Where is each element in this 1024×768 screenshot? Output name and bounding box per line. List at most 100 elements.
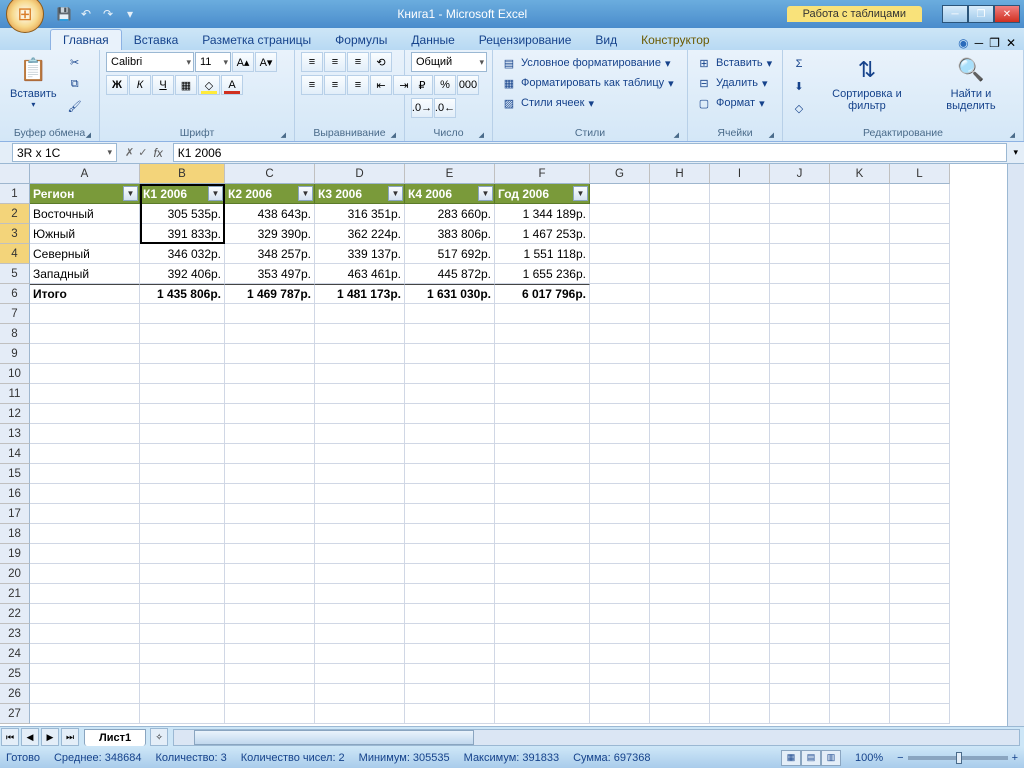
- filter-dropdown-icon[interactable]: ▼: [123, 186, 138, 201]
- cell[interactable]: [140, 664, 225, 684]
- name-box[interactable]: 3R x 1C: [12, 143, 117, 162]
- cell[interactable]: [710, 544, 770, 564]
- row-header[interactable]: 5: [0, 264, 30, 284]
- cell[interactable]: 1 631 030р.: [405, 284, 495, 304]
- cell[interactable]: 445 872р.: [405, 264, 495, 284]
- cell[interactable]: [710, 504, 770, 524]
- cell[interactable]: [710, 424, 770, 444]
- cell[interactable]: 362 224р.: [315, 224, 405, 244]
- cell[interactable]: [590, 704, 650, 724]
- align-right-icon[interactable]: ≡: [347, 75, 369, 95]
- cell[interactable]: [890, 224, 950, 244]
- cell[interactable]: [30, 624, 140, 644]
- cell[interactable]: [315, 624, 405, 644]
- cell[interactable]: [315, 324, 405, 344]
- cell-styles-button[interactable]: ▨Стили ячеек ▾: [499, 94, 596, 112]
- decrease-decimal-icon[interactable]: .0←: [434, 98, 456, 118]
- cell[interactable]: [495, 564, 590, 584]
- cell[interactable]: [890, 184, 950, 204]
- cell[interactable]: [710, 484, 770, 504]
- cell[interactable]: [890, 564, 950, 584]
- cell[interactable]: [405, 384, 495, 404]
- cell[interactable]: [710, 404, 770, 424]
- cell[interactable]: [225, 544, 315, 564]
- select-all-corner[interactable]: [0, 164, 30, 184]
- cell[interactable]: [140, 584, 225, 604]
- cell[interactable]: [830, 184, 890, 204]
- cell[interactable]: [770, 324, 830, 344]
- cell[interactable]: [650, 664, 710, 684]
- cell[interactable]: [225, 384, 315, 404]
- cell[interactable]: 1 467 253р.: [495, 224, 590, 244]
- cell[interactable]: [890, 704, 950, 724]
- cell[interactable]: [590, 204, 650, 224]
- cell[interactable]: [830, 524, 890, 544]
- last-sheet-icon[interactable]: ⏭: [61, 728, 79, 746]
- cell[interactable]: [710, 384, 770, 404]
- qat-more-icon[interactable]: ▾: [122, 6, 138, 22]
- cell[interactable]: Итого: [30, 284, 140, 304]
- row-header[interactable]: 17: [0, 504, 30, 524]
- cell[interactable]: [650, 264, 710, 284]
- cell[interactable]: [140, 644, 225, 664]
- row-header[interactable]: 8: [0, 324, 30, 344]
- cell[interactable]: [710, 224, 770, 244]
- cell[interactable]: [405, 684, 495, 704]
- column-header[interactable]: I: [710, 164, 770, 184]
- cell[interactable]: [830, 664, 890, 684]
- cell[interactable]: [315, 484, 405, 504]
- cell[interactable]: [495, 604, 590, 624]
- row-header[interactable]: 19: [0, 544, 30, 564]
- cell[interactable]: [590, 464, 650, 484]
- filter-dropdown-icon[interactable]: ▼: [208, 186, 223, 201]
- cell[interactable]: [30, 644, 140, 664]
- cell[interactable]: [30, 484, 140, 504]
- cell[interactable]: [830, 424, 890, 444]
- ribbon-tab-6[interactable]: Вид: [583, 30, 629, 50]
- cell[interactable]: [830, 224, 890, 244]
- cell[interactable]: [405, 304, 495, 324]
- table-header-cell[interactable]: К4 2006▼: [405, 184, 495, 204]
- cell[interactable]: [830, 384, 890, 404]
- save-icon[interactable]: 💾: [56, 6, 72, 22]
- cell[interactable]: [650, 204, 710, 224]
- shrink-font-icon[interactable]: A▾: [255, 52, 277, 72]
- cell[interactable]: 392 406р.: [140, 264, 225, 284]
- cell[interactable]: [710, 644, 770, 664]
- cell[interactable]: [140, 624, 225, 644]
- cell[interactable]: [830, 704, 890, 724]
- cell[interactable]: [770, 704, 830, 724]
- cell[interactable]: [495, 404, 590, 424]
- horizontal-scrollbar[interactable]: [173, 729, 1020, 746]
- cell[interactable]: [140, 484, 225, 504]
- cell[interactable]: [225, 324, 315, 344]
- cell[interactable]: [770, 484, 830, 504]
- cell[interactable]: [890, 624, 950, 644]
- column-header[interactable]: K: [830, 164, 890, 184]
- cell[interactable]: [830, 364, 890, 384]
- cell[interactable]: 1 435 806р.: [140, 284, 225, 304]
- cell[interactable]: [225, 524, 315, 544]
- fx-icon[interactable]: fx: [153, 146, 162, 160]
- column-header[interactable]: L: [890, 164, 950, 184]
- cell[interactable]: Южный: [30, 224, 140, 244]
- formula-input[interactable]: К1 2006: [173, 143, 1008, 162]
- cell[interactable]: [710, 184, 770, 204]
- cell[interactable]: [405, 704, 495, 724]
- format-cells-button[interactable]: ▢Формат ▾: [694, 94, 767, 112]
- cell[interactable]: [315, 664, 405, 684]
- column-header[interactable]: A: [30, 164, 140, 184]
- row-header[interactable]: 9: [0, 344, 30, 364]
- column-header[interactable]: F: [495, 164, 590, 184]
- cell[interactable]: [495, 624, 590, 644]
- cell[interactable]: [315, 464, 405, 484]
- cell[interactable]: [315, 504, 405, 524]
- cell[interactable]: Северный: [30, 244, 140, 264]
- sheet-tab[interactable]: Лист1: [84, 729, 146, 746]
- cell[interactable]: [830, 464, 890, 484]
- cell[interactable]: [225, 584, 315, 604]
- row-header[interactable]: 25: [0, 664, 30, 684]
- cell[interactable]: [140, 344, 225, 364]
- font-name-combo[interactable]: Calibri: [106, 52, 194, 72]
- cell[interactable]: [590, 624, 650, 644]
